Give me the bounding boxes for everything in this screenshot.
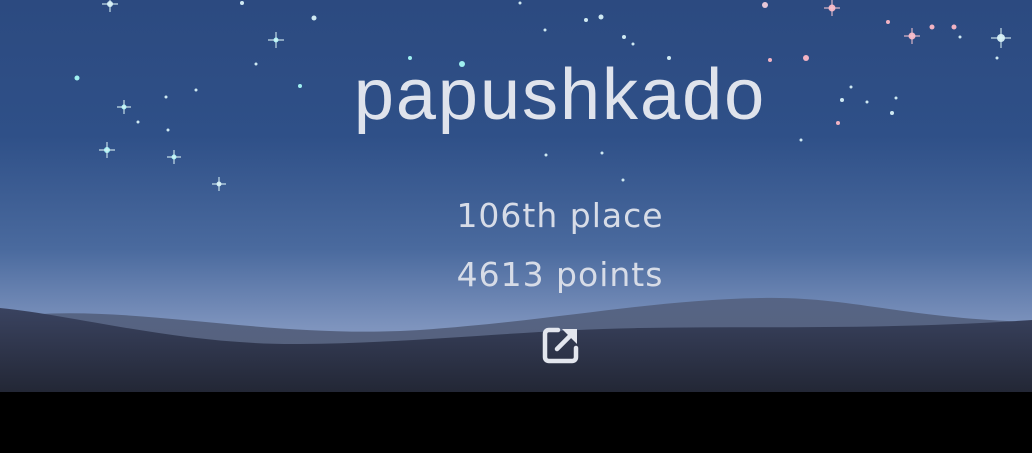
profile-banner: papushkado 106th place 4613 points <box>0 0 1032 453</box>
footer-shadow <box>0 392 1032 453</box>
rank-text: 106th place <box>456 196 664 235</box>
external-link-button[interactable] <box>540 324 582 366</box>
external-link-icon <box>542 327 579 364</box>
points-text: 4613 points <box>456 255 664 294</box>
username-title: papushkado <box>353 55 767 135</box>
